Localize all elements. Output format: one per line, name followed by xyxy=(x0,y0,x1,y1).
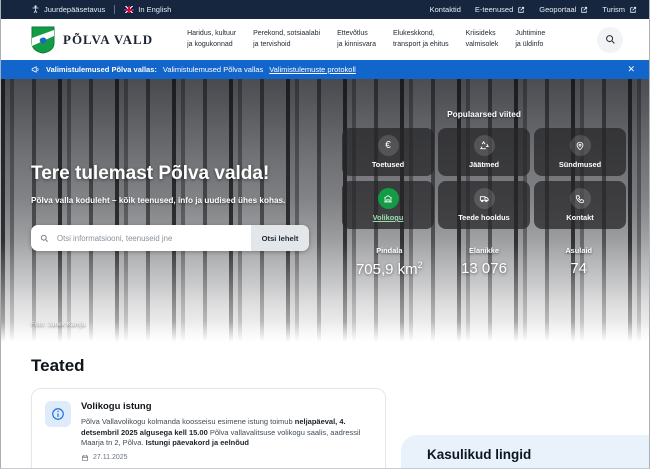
alert-text: Valimistulemused Põlva vallas xyxy=(163,65,263,74)
tile-kontakt[interactable]: Kontakt xyxy=(534,181,626,229)
notice-text: Põlva Vallavolikogu kolmanda koosseisu e… xyxy=(81,417,372,449)
accessibility-link[interactable]: Juurdepääsetavus xyxy=(31,5,105,14)
teated-heading: Teated xyxy=(31,356,85,376)
main-header: PÕLVA VALD Haridus, kultuur ja kogukonna… xyxy=(1,19,649,60)
topbar-links: Kontaktid E-teenused Geoportaal Turism xyxy=(430,5,637,14)
tile-jaatmed[interactable]: Jäätmed xyxy=(438,128,530,176)
search-icon xyxy=(605,34,616,45)
tile-teede-hooldus[interactable]: Teede hooldus xyxy=(438,181,530,229)
language-label: In English xyxy=(138,5,171,14)
logo[interactable]: PÕLVA VALD xyxy=(31,26,153,54)
hero-search-bar: Otsi lehelt xyxy=(31,225,309,251)
useful-links-panel: Kasulikud lingid xyxy=(401,435,650,469)
uk-flag-icon xyxy=(124,6,134,13)
topbar-link-turism[interactable]: Turism xyxy=(602,5,637,14)
nav-kriisideks[interactable]: Kriisideks valmisolek xyxy=(466,29,499,51)
municipality-stats: Pindala 705,9 km2 Elanikke 13 076 Asulai… xyxy=(342,246,626,278)
topbar-link-geoportaal[interactable]: Geoportaal xyxy=(539,5,588,14)
external-link-icon xyxy=(580,6,588,14)
page: Juurdepääsetavus In English Kontaktid E-… xyxy=(0,0,650,469)
stat-pindala: Pindala 705,9 km2 xyxy=(342,246,437,278)
hero-search-input[interactable] xyxy=(49,234,251,243)
external-link-icon xyxy=(517,6,525,14)
notice-card[interactable]: Volikogu istung Põlva Vallavolikogu kolm… xyxy=(31,388,386,469)
top-utility-bar: Juurdepääsetavus In English Kontaktid E-… xyxy=(1,0,649,19)
tile-grid: € Toetused Jäätmed xyxy=(342,128,626,229)
language-switch[interactable]: In English xyxy=(124,5,171,14)
hero-section: Tere tulemast Põlva valda! Põlva valla k… xyxy=(1,79,649,342)
popular-links: Populaarsed viited € Toetused Jäätmed xyxy=(342,109,626,278)
hero-title: Tere tulemast Põlva valda! xyxy=(31,163,269,185)
notice-date: 27.11.2025 xyxy=(81,454,372,462)
tile-toetused[interactable]: € Toetused xyxy=(342,128,434,176)
header-search-button[interactable] xyxy=(597,27,623,53)
accessibility-icon xyxy=(31,5,40,14)
hero-search-button[interactable]: Otsi lehelt xyxy=(251,225,309,251)
useful-links-heading: Kasulikud lingid xyxy=(427,447,650,462)
site-title: PÕLVA VALD xyxy=(63,32,153,48)
external-link-icon xyxy=(629,6,637,14)
notice-body: Volikogu istung Põlva Vallavolikogu kolm… xyxy=(81,401,372,469)
photo-credit: Foto: Janek Kamja xyxy=(31,321,85,328)
agenda-link[interactable]: Istungi päevakord ja eelnõud xyxy=(146,438,249,447)
stat-asulaid: Asulaid 74 xyxy=(531,246,626,278)
tile-sundmused[interactable]: Sündmused xyxy=(534,128,626,176)
tile-volikogu[interactable]: Volikogu xyxy=(342,181,434,229)
nav-perekond[interactable]: Perekond, sotsiaalabi ja tervishoid xyxy=(253,29,320,51)
nav-ettevotlus[interactable]: Ettevõtlus ja kinnisvara xyxy=(337,29,376,51)
megaphone-icon xyxy=(31,65,40,74)
nav-juhtimine[interactable]: Juhtimine ja üldinfo xyxy=(515,29,545,51)
search-icon xyxy=(40,234,49,243)
topbar-divider xyxy=(114,5,115,14)
stat-elanikke: Elanikke 13 076 xyxy=(437,246,532,278)
town-hall-icon xyxy=(378,188,399,209)
hero-subtitle: Põlva valla koduleht – kõik teenused, in… xyxy=(31,196,285,205)
accessibility-label: Juurdepääsetavus xyxy=(44,5,105,14)
popular-links-title: Populaarsed viited xyxy=(342,109,626,119)
notice-title: Volikogu istung xyxy=(81,401,372,412)
nav-elukeskkond[interactable]: Elukeskkond, transport ja ehitus xyxy=(393,29,449,51)
alert-close-icon[interactable]: ✕ xyxy=(627,64,635,75)
alert-bold-text: Valimistulemused Põlva vallas: xyxy=(46,65,157,74)
euro-icon: € xyxy=(378,135,399,156)
info-icon xyxy=(45,401,71,427)
recycle-icon xyxy=(474,135,495,156)
alert-protocol-link[interactable]: Valimistulemuste protokoll xyxy=(269,65,356,74)
nav-haridus[interactable]: Haridus, kultuur ja kogukonnad xyxy=(187,29,236,51)
coat-of-arms-icon xyxy=(31,26,55,54)
calendar-icon xyxy=(81,454,89,462)
truck-icon xyxy=(474,188,495,209)
map-pin-icon xyxy=(570,135,591,156)
alert-banner: Valimistulemused Põlva vallas: Valimistu… xyxy=(1,60,649,79)
content-section: Teated Volikogu istung Põlva Vallavoliko… xyxy=(1,342,649,469)
phone-icon xyxy=(570,188,591,209)
main-nav: Haridus, kultuur ja kogukonnad Perekond,… xyxy=(187,29,545,51)
topbar-link-kontaktid[interactable]: Kontaktid xyxy=(430,5,461,14)
topbar-link-eteenused[interactable]: E-teenused xyxy=(475,5,525,14)
